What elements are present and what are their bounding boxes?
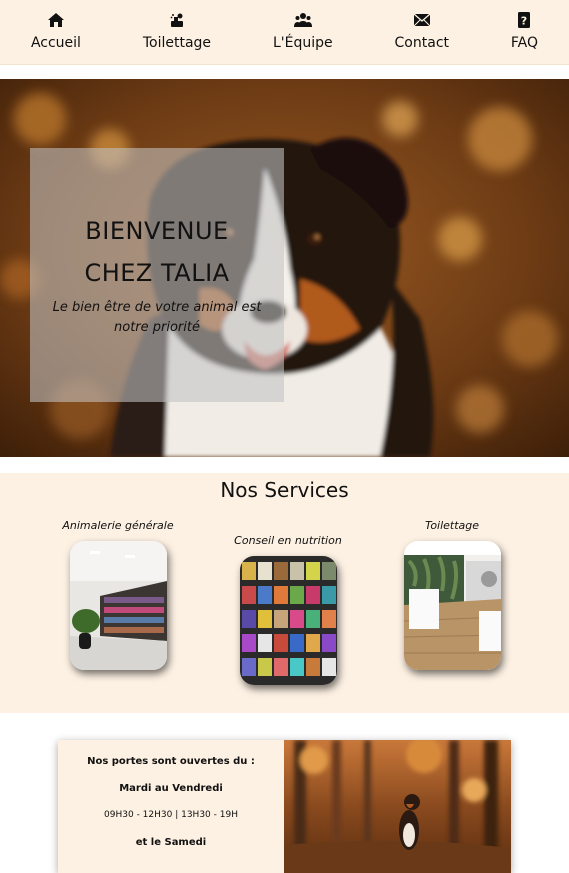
nav-label-accueil: Accueil bbox=[30, 35, 81, 51]
opening-hours-text: Nos portes sont ouvertes du : Mardi au V… bbox=[58, 740, 284, 873]
pet-food-shelf-photo bbox=[239, 556, 337, 685]
hero-title-line2: CHEZ TALIA bbox=[84, 259, 230, 287]
service-caption: Animalerie générale bbox=[62, 519, 174, 532]
hero-subtitle: Le bien être de votre animal est notre p… bbox=[52, 300, 262, 335]
service-caption: Toilettage bbox=[424, 519, 480, 532]
hours-saturday: et le Samedi bbox=[135, 837, 207, 848]
service-toilettage[interactable]: Toilettage bbox=[392, 519, 512, 670]
nav-item-contact[interactable]: Contact bbox=[395, 0, 449, 51]
service-nutrition[interactable]: Conseil en nutrition bbox=[228, 534, 348, 685]
envelope-icon bbox=[413, 13, 431, 27]
hero-title-line1: BIENVENUE bbox=[85, 217, 229, 245]
services-section: Nos Services Animalerie générale Conseil… bbox=[0, 473, 569, 713]
nav-label-contact: Contact bbox=[394, 35, 449, 51]
hours-weekday-times: 09H30 - 12H30 | 13H30 - 19H bbox=[104, 810, 238, 820]
forest-dog-photo bbox=[284, 740, 511, 873]
home-icon bbox=[47, 13, 64, 27]
nav-item-equipe[interactable]: L'Équipe bbox=[273, 0, 333, 51]
pet-store-photo bbox=[69, 541, 167, 670]
opening-hours-card: Nos portes sont ouvertes du : Mardi au V… bbox=[58, 740, 511, 873]
hours-weekdays: Mardi au Vendredi bbox=[119, 783, 223, 794]
nav-item-accueil[interactable]: Accueil bbox=[31, 0, 81, 51]
nav-label-faq: FAQ bbox=[510, 35, 539, 51]
nav-label-toilettage: Toilettage bbox=[142, 35, 212, 51]
welcome-overlay: BIENVENUE CHEZ TALIA Le bien être de vot… bbox=[30, 148, 284, 402]
nav-item-faq[interactable]: ? FAQ bbox=[511, 0, 538, 51]
service-animalerie[interactable]: Animalerie générale bbox=[58, 519, 178, 670]
main-nav: Accueil Toilettage L'Équipe Contact ? FA… bbox=[0, 0, 569, 65]
question-icon: ? bbox=[518, 12, 531, 28]
hero-banner: BIENVENUE CHEZ TALIA Le bien être de vot… bbox=[0, 79, 569, 457]
grooming-salon-photo bbox=[403, 541, 501, 670]
services-heading: Nos Services bbox=[220, 478, 349, 502]
hours-intro: Nos portes sont ouvertes du : bbox=[87, 756, 255, 767]
svg-text:?: ? bbox=[521, 15, 527, 28]
team-icon bbox=[293, 13, 312, 27]
nav-label-equipe: L'Équipe bbox=[272, 35, 333, 51]
grooming-icon bbox=[170, 13, 183, 27]
nav-item-toilettage[interactable]: Toilettage bbox=[143, 0, 211, 51]
service-caption: Conseil en nutrition bbox=[234, 534, 342, 547]
